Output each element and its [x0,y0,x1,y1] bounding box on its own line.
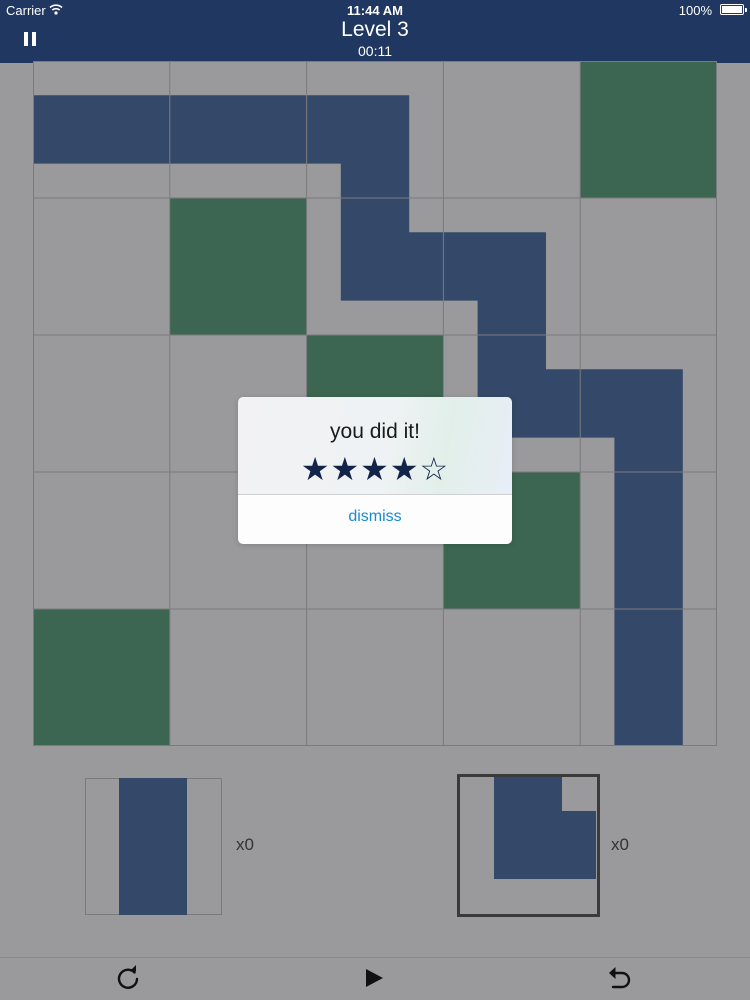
path-tile [614,472,683,609]
path-tile [33,95,170,164]
level-title: Level 3 [341,18,409,41]
level-timer: 00:11 [358,43,392,59]
tray-piece-corner-count: x0 [611,835,629,854]
success-dialog: you did it! ★★★★☆ dismiss [238,397,512,544]
toolbar-divider [0,957,750,958]
undo-icon [609,967,631,989]
play-icon [366,969,383,987]
tray-piece-straight[interactable] [85,778,222,915]
play-button[interactable] [358,962,390,994]
path-tile [614,609,683,746]
target-tile [580,61,717,198]
tray-piece-corner[interactable] [457,774,600,917]
target-tile [169,198,307,335]
star-rating: ★★★★☆ [300,450,450,488]
navigation-bar: Carrier 11:44 AM 100% Level 3 00:11 [0,0,750,63]
dismiss-button[interactable]: dismiss [238,495,512,544]
status-battery-percent: 100% [678,3,712,18]
restart-button[interactable] [112,962,144,994]
target-tile [33,609,170,746]
tray-piece-straight-count: x0 [236,835,254,854]
status-time: 11:44 AM [347,3,403,18]
path-tile [169,95,307,164]
restart-icon [117,965,139,989]
battery-icon [720,4,747,15]
undo-button[interactable] [604,962,636,994]
dialog-title: you did it! [330,420,420,443]
tray-piece-straight-shape [119,778,187,915]
